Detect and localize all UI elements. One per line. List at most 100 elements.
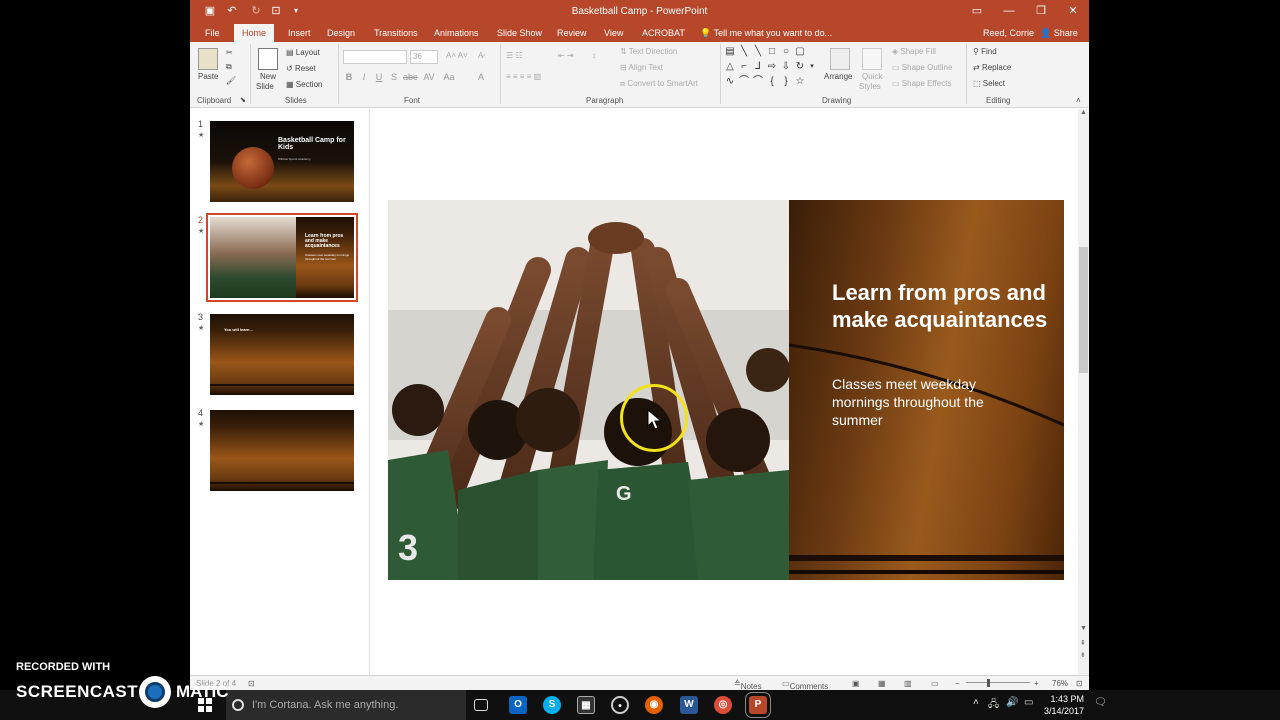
slide-thumbnail-1[interactable]: Basketball Camp for Kids Wildcat Sports … — [210, 121, 354, 202]
arrange-label[interactable]: Arrange — [824, 72, 852, 81]
scrollbar-thumb[interactable] — [1079, 247, 1088, 373]
team-huddle-photo[interactable]: 3 G — [388, 200, 789, 580]
shadow-icon[interactable]: S — [388, 72, 400, 82]
triangle-shape-icon[interactable]: △ — [725, 62, 735, 72]
calculator-icon[interactable]: ▦ — [577, 696, 595, 714]
brace-shape-icon[interactable]: } — [781, 77, 791, 87]
share-button[interactable]: 👤 Share — [1040, 24, 1078, 42]
show-hidden-icons[interactable]: ˄ — [973, 697, 979, 708]
spelling-icon[interactable]: ⊡ — [248, 679, 255, 688]
shape-fill-button[interactable]: ◈ Shape Fill — [892, 47, 936, 56]
slide-thumbnail-2[interactable]: Learn from pros and make acquaintances C… — [206, 213, 358, 302]
bold-icon[interactable]: B — [343, 72, 355, 82]
system-clock[interactable]: 1:43 PM 3/14/2017 — [1040, 693, 1084, 717]
zoom-in-icon[interactable]: + — [1034, 679, 1039, 688]
connector-shape-icon[interactable]: ⌐ — [739, 62, 749, 72]
tab-review[interactable]: Review — [553, 24, 591, 42]
rounded-rect-shape-icon[interactable]: ▢ — [795, 47, 805, 57]
firefox-icon[interactable]: ◉ — [645, 696, 663, 714]
tab-view[interactable]: View — [600, 24, 627, 42]
action-center-icon[interactable]: ▭ — [1024, 697, 1033, 708]
powerpoint-icon[interactable]: P — [745, 692, 771, 718]
user-name[interactable]: Reed, Corrie — [983, 24, 1034, 42]
ribbon-display-icon[interactable]: ▭ — [962, 2, 992, 20]
line-spacing-icon[interactable]: ↕ — [592, 51, 596, 60]
star-shape-icon[interactable]: ☆ — [795, 77, 805, 87]
collapse-ribbon-icon[interactable]: ˄ — [1076, 96, 1081, 105]
clipboard-launcher-icon[interactable]: ⬊ — [240, 96, 246, 104]
network-icon[interactable]: 🖧 — [988, 697, 999, 714]
task-view-icon[interactable] — [474, 699, 488, 711]
slide-thumbnail-3[interactable]: You will learn... — [210, 314, 354, 395]
outlook-icon[interactable]: O — [509, 696, 527, 714]
down-arrow-shape-icon[interactable]: ⇩ — [781, 62, 791, 72]
previous-slide-icon[interactable]: ⇞ — [1080, 639, 1086, 647]
tab-transitions[interactable]: Transitions — [370, 24, 422, 42]
right-arrow-shape-icon[interactable]: ⇨ — [767, 62, 777, 72]
quick-styles-label[interactable]: Quick — [862, 72, 882, 81]
zoom-out-icon[interactable]: − — [955, 679, 960, 688]
tab-insert[interactable]: Insert — [284, 24, 315, 42]
section-button[interactable]: ▦ Section — [286, 80, 322, 89]
indent-icon[interactable]: ⇤ ⇥ — [558, 51, 574, 60]
textbox-shape-icon[interactable]: ▤ — [725, 47, 735, 57]
curve-shape-icon[interactable]: ⌒ — [753, 77, 763, 87]
tab-file[interactable]: File — [201, 24, 224, 42]
vertical-scrollbar[interactable]: ▲ ▼ ⇞ ⇟ — [1078, 109, 1089, 675]
circular-arrow-shape-icon[interactable]: ↻ — [795, 62, 805, 72]
font-size-box[interactable]: 36 — [410, 50, 438, 64]
rectangle-shape-icon[interactable]: □ — [767, 47, 777, 57]
oval-shape-icon[interactable]: ○ — [781, 47, 791, 57]
layout-button[interactable]: ▤ Layout — [286, 48, 320, 57]
bullets-icon[interactable]: ☰ ☷ — [506, 51, 523, 60]
curve-shape-icon[interactable]: ∿ — [725, 77, 735, 87]
font-color-icon[interactable]: A — [475, 72, 487, 82]
tab-design[interactable]: Design — [323, 24, 359, 42]
tab-animations[interactable]: Animations — [430, 24, 483, 42]
fit-slide-icon[interactable]: ⊡ — [1076, 679, 1083, 688]
strikethrough-icon[interactable]: abc — [403, 72, 418, 82]
chrome-icon[interactable]: ◎ — [714, 696, 732, 714]
comments-button[interactable]: ▭ Comments — [782, 679, 828, 690]
scroll-up-icon[interactable]: ▲ — [1080, 109, 1087, 116]
curve-shape-icon[interactable]: ⌒ — [739, 77, 749, 87]
tab-slide-show[interactable]: Slide Show — [493, 24, 546, 42]
connector-shape-icon[interactable]: ⅃ — [753, 62, 763, 72]
italic-icon[interactable]: I — [358, 72, 370, 82]
align-text-button[interactable]: ⊟ Align Text — [620, 63, 663, 72]
shape-effects-button[interactable]: ▭ Shape Effects — [892, 79, 951, 88]
notes-button[interactable]: ≙ Notes — [734, 679, 762, 690]
new-slide-label[interactable]: New — [260, 72, 276, 81]
slide-title[interactable]: Learn from pros and make acquaintances — [832, 279, 1052, 333]
scroll-down-icon[interactable]: ▼ — [1080, 625, 1087, 632]
quick-styles-label-2[interactable]: Styles — [859, 82, 881, 91]
tab-acrobat[interactable]: ACROBAT — [638, 24, 689, 42]
text-direction-button[interactable]: ⇅ Text Direction — [620, 47, 677, 56]
slide-sorter-icon[interactable]: ▦ — [878, 679, 886, 688]
slide-thumbnail-4[interactable] — [210, 410, 354, 491]
slide-subtitle[interactable]: Classes meet weekday mornings throughout… — [832, 375, 1032, 429]
change-case-icon[interactable]: Aa — [443, 72, 455, 82]
char-spacing-icon[interactable]: AV — [423, 72, 435, 82]
close-icon[interactable]: ✕ — [1058, 2, 1088, 20]
format-painter-icon[interactable]: 🖌 — [226, 76, 236, 85]
convert-smartart-button[interactable]: ⧈ Convert to SmartArt — [620, 79, 698, 89]
align-icons[interactable]: ≡ ≡ ≡ ≡ ▥ — [506, 72, 541, 81]
paste-label[interactable]: Paste — [198, 72, 218, 81]
find-button[interactable]: ⚲ Find — [973, 47, 997, 56]
media-icon[interactable]: • — [611, 696, 629, 714]
underline-icon[interactable]: U — [373, 72, 385, 82]
grow-font-icon[interactable]: A˄ A˅ — [446, 51, 468, 60]
shape-outline-button[interactable]: ▭ Shape Outline — [892, 63, 952, 72]
select-button[interactable]: ⬚ Select — [973, 79, 1005, 88]
quick-styles-icon[interactable] — [862, 48, 882, 70]
paste-icon[interactable] — [198, 48, 218, 70]
next-slide-icon[interactable]: ⇟ — [1080, 651, 1086, 659]
brace-shape-icon[interactable]: { — [767, 77, 777, 87]
tab-home[interactable]: Home — [234, 24, 275, 42]
minimize-icon[interactable]: — — [994, 2, 1024, 20]
line-shape-icon[interactable]: ╲ — [739, 47, 749, 57]
replace-button[interactable]: ⇄ Replace — [973, 63, 1011, 72]
volume-icon[interactable]: 🔊 — [1006, 697, 1018, 708]
cut-icon[interactable]: ✂ — [226, 48, 233, 57]
